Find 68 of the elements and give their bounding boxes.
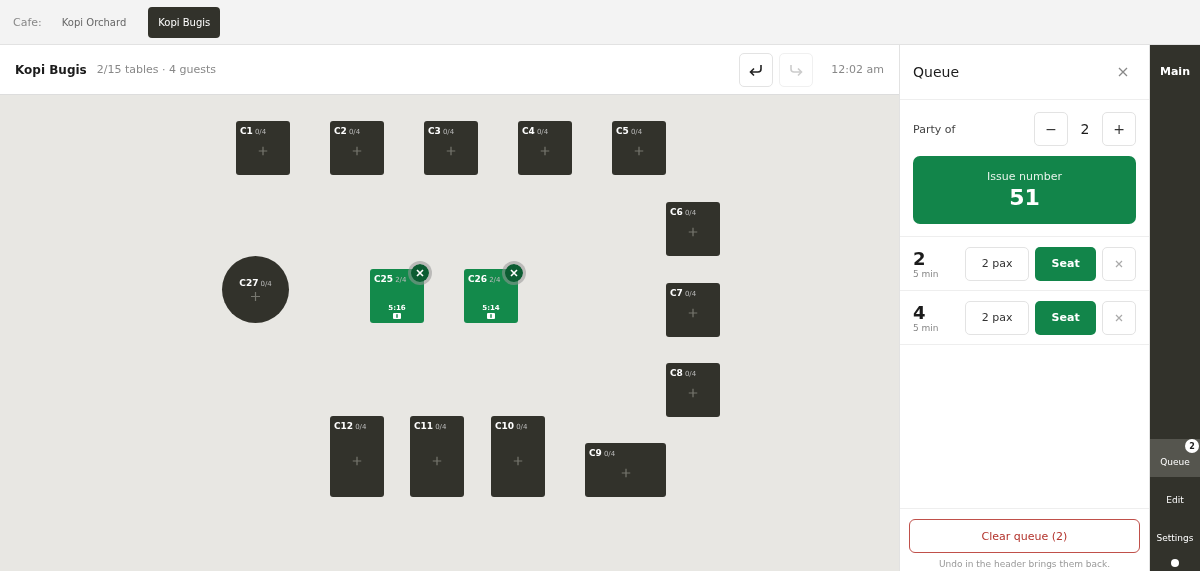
- seat-button[interactable]: Seat: [1034, 246, 1097, 281]
- party-size-button[interactable]: 2 pax: [965, 246, 1029, 281]
- close-icon: [416, 269, 424, 277]
- nav-title: Main: [1159, 65, 1191, 78]
- wait-time: 5 min: [913, 323, 940, 333]
- add-icon: [251, 292, 260, 301]
- add-icon: [688, 227, 698, 237]
- table-name: C5: [616, 126, 629, 136]
- table-name: C1: [240, 126, 253, 136]
- table-name: C9: [589, 448, 602, 458]
- status-dot-icon: [1171, 559, 1179, 567]
- add-icon: [432, 456, 442, 466]
- close-icon: [1115, 259, 1124, 268]
- add-icon: [513, 456, 523, 466]
- table-name: C25: [374, 274, 394, 284]
- queue-number: 2: [913, 248, 927, 269]
- clear-queue-button[interactable]: Clear queue (2): [909, 519, 1140, 553]
- guest-icon: [487, 313, 495, 319]
- table-name: C3: [428, 126, 441, 136]
- party-size-button[interactable]: 2 pax: [965, 300, 1029, 335]
- issue-number-button[interactable]: Issue number 51: [913, 156, 1136, 224]
- undo-hint: Undo in the header brings them back.: [938, 559, 1111, 569]
- increment-button[interactable]: +: [1102, 112, 1136, 146]
- close-icon: [1118, 67, 1128, 77]
- table-name: C10: [495, 421, 515, 431]
- nav-item[interactable]: Settings: [1150, 515, 1200, 553]
- add-icon: [540, 146, 550, 156]
- nav-item[interactable]: Queue 2: [1150, 439, 1200, 477]
- add-icon: [352, 456, 362, 466]
- add-icon: [352, 146, 362, 156]
- table-name: C2: [334, 126, 347, 136]
- add-icon: [688, 308, 698, 318]
- clear-table-button[interactable]: [502, 261, 526, 285]
- seat-button[interactable]: Seat: [1034, 300, 1097, 335]
- add-icon: [634, 146, 644, 156]
- redo-icon: [788, 62, 805, 77]
- nav-item[interactable]: Edit: [1150, 477, 1200, 515]
- table-name: C27: [239, 278, 259, 288]
- close-icon: [510, 269, 518, 277]
- table-name: C4: [522, 126, 535, 136]
- queue-title: Queue: [913, 64, 959, 80]
- count-badge: 2: [1185, 439, 1199, 453]
- add-icon: [621, 468, 630, 478]
- undo-icon: [748, 62, 765, 77]
- table-name: C7: [670, 288, 683, 298]
- guest-icon: [393, 313, 401, 319]
- table-name: C11: [414, 421, 434, 431]
- table-name: C6: [670, 207, 683, 217]
- party-size: 2: [1079, 121, 1091, 137]
- queue-number: 4: [913, 302, 927, 323]
- table-name: C12: [334, 421, 354, 431]
- add-icon: [688, 388, 698, 398]
- floor-title: Kopi Bugis: [15, 62, 87, 77]
- add-icon: [446, 146, 456, 156]
- decrement-button[interactable]: −: [1034, 112, 1068, 146]
- add-icon: [258, 146, 268, 156]
- clear-table-button[interactable]: [408, 261, 432, 285]
- close-icon: [1115, 313, 1124, 322]
- cafe-tab[interactable]: Kopi Orchard: [51, 6, 137, 38]
- table-name: C26: [468, 274, 488, 284]
- floor-summary: 2/15 tables · 4 guests: [96, 63, 217, 76]
- wait-time: 5 min: [913, 269, 940, 279]
- clock-time: 12:02 am: [831, 63, 884, 76]
- table-name: C8: [670, 368, 683, 378]
- cafe-tab[interactable]: Kopi Bugis: [148, 6, 221, 38]
- cafe-label: Cafe:: [13, 15, 42, 29]
- party-label: Party of: [913, 122, 956, 136]
- undo-button[interactable]: [739, 52, 774, 87]
